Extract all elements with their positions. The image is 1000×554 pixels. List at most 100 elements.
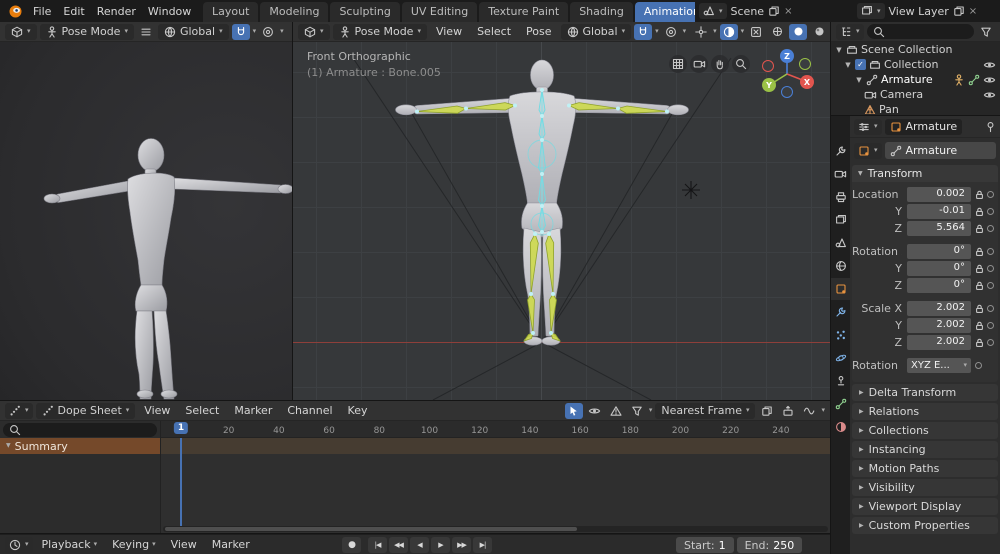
new-scene-icon[interactable] (768, 5, 780, 17)
menu-marker[interactable]: Marker (228, 404, 278, 417)
viewport-left-canvas[interactable] (0, 42, 292, 400)
editor-type-button[interactable]: ▾ (298, 23, 330, 40)
rotation-y-field[interactable]: 0° (907, 261, 971, 276)
location-y-field[interactable]: -0.01 (907, 204, 971, 219)
dope-sheet-mode-dropdown[interactable]: Dope Sheet ▾ (35, 402, 136, 419)
tab-sculpting[interactable]: Sculpting (330, 2, 400, 22)
auto-keying-record-button[interactable]: ● (342, 537, 361, 553)
play-reverse-button[interactable]: ◀ (410, 537, 429, 553)
scale-x-field[interactable]: 2.002 (907, 301, 971, 316)
prev-keyframe-button[interactable]: ◀◀ (389, 537, 408, 553)
show-hidden-toggle[interactable] (586, 403, 604, 419)
pin-icon[interactable] (985, 121, 996, 133)
tab-render[interactable] (831, 163, 850, 185)
channel-search-input[interactable] (25, 423, 143, 437)
tab-uv-editing[interactable]: UV Editing (401, 2, 478, 22)
horizontal-scrollbar[interactable] (163, 526, 828, 532)
decorator-dot[interactable] (987, 339, 994, 346)
rotation-mode-dropdown[interactable]: XYZ E... ▾ (907, 358, 971, 373)
current-frame-indicator[interactable]: 1 (173, 422, 189, 434)
frame-ruler[interactable]: 20 40 60 80 100 120 140 160 180 200 220 … (161, 421, 830, 438)
tab-physics[interactable] (831, 347, 850, 369)
outliner-row-scene-collection[interactable]: ▼ Scene Collection (831, 42, 1000, 57)
expander-icon[interactable]: ▼ (855, 76, 863, 84)
tab-object[interactable] (831, 278, 850, 300)
new-view-layer-icon[interactable] (953, 5, 965, 17)
tab-shading[interactable]: Shading (570, 2, 633, 22)
tab-texture-paint[interactable]: Texture Paint (479, 2, 569, 22)
camera-view-button[interactable] (690, 55, 708, 73)
panel-instancing[interactable]: ▶ Instancing (852, 441, 998, 458)
outliner-row-pan[interactable]: Pan (831, 102, 1000, 114)
paste-keyframes-button[interactable] (779, 403, 797, 419)
scale-y-field[interactable]: 2.002 (907, 318, 971, 333)
lock-icon[interactable] (975, 247, 984, 257)
only-selected-toggle[interactable] (564, 402, 583, 419)
transform-orientation-dropdown[interactable]: Global ▾ (157, 23, 229, 40)
lock-icon[interactable] (975, 281, 984, 291)
hide-toggle-eye-icon[interactable] (983, 59, 996, 71)
editor-type-button[interactable]: ▾ (854, 118, 882, 135)
snap-toggle-button[interactable] (231, 23, 250, 40)
dope-sheet-timeline[interactable]: 20 40 60 80 100 120 140 160 180 200 220 … (160, 421, 830, 533)
expander-icon[interactable]: ▼ (844, 61, 852, 69)
tab-tool[interactable] (831, 140, 850, 162)
snap-toggle-button[interactable] (634, 23, 653, 40)
menu-render[interactable]: Render (91, 5, 142, 18)
hide-toggle-eye-icon[interactable] (983, 89, 996, 101)
menu-playback[interactable]: Playback ▾ (36, 538, 104, 551)
transform-orientation-dropdown[interactable]: Global ▾ (560, 23, 632, 40)
lock-icon[interactable] (975, 304, 984, 314)
panel-motion-paths[interactable]: ▶ Motion Paths (852, 460, 998, 477)
shading-wireframe-button[interactable] (768, 24, 786, 40)
tab-texture[interactable] (831, 416, 850, 438)
menu-view[interactable]: View (165, 538, 203, 551)
location-z-field[interactable]: 5.564 (907, 221, 971, 236)
end-frame-field[interactable]: End: 250 (736, 537, 803, 553)
outliner-row-camera[interactable]: Camera (831, 87, 1000, 102)
tab-scene[interactable] (831, 232, 850, 254)
tab-world[interactable] (831, 255, 850, 277)
menu-view[interactable]: View (138, 404, 176, 417)
channel-search[interactable] (3, 423, 157, 437)
shading-solid-button[interactable] (789, 23, 808, 40)
decorator-dot[interactable] (987, 191, 994, 198)
show-gizmo-button[interactable] (692, 24, 710, 40)
navigation-gizmo[interactable]: Z Y X (755, 44, 819, 108)
decorator-dot[interactable] (987, 282, 994, 289)
viewport-center-canvas[interactable]: Front Orthographic (1) Armature : Bone.0… (293, 42, 830, 400)
proportional-edit-button[interactable] (800, 403, 818, 419)
show-overlays-button[interactable] (719, 23, 738, 40)
editor-type-button[interactable]: ▾ (836, 23, 864, 40)
panel-custom-properties[interactable]: ▶ Custom Properties (852, 517, 998, 534)
show-errors-toggle[interactable] (607, 403, 625, 419)
decorator-dot[interactable] (987, 248, 994, 255)
tab-object-data[interactable] (831, 393, 850, 415)
menu-channel[interactable]: Channel (281, 404, 338, 417)
move-view-button[interactable] (711, 55, 729, 73)
tab-constraints[interactable] (831, 370, 850, 392)
jump-to-start-button[interactable]: |◀ (368, 537, 387, 553)
start-frame-field[interactable]: Start: 1 (676, 537, 734, 553)
hide-toggle-eye-icon[interactable] (983, 74, 996, 86)
menu-select[interactable]: Select (179, 404, 225, 417)
menu-key[interactable]: Key (342, 404, 374, 417)
panel-relations[interactable]: ▶ Relations (852, 403, 998, 420)
current-frame-line[interactable] (180, 438, 182, 526)
next-keyframe-button[interactable]: ▶▶ (452, 537, 471, 553)
editor-type-button[interactable]: ▾ (5, 536, 33, 553)
menu-file[interactable]: File (27, 5, 57, 18)
jump-to-end-button[interactable]: ▶| (473, 537, 492, 553)
object-name-field[interactable]: Armature (884, 142, 996, 159)
rotation-z-field[interactable]: 0° (907, 278, 971, 293)
pose-badge-icon[interactable] (953, 73, 965, 86)
header-menu-button[interactable] (137, 24, 155, 40)
outliner-filter-button[interactable] (977, 24, 995, 40)
decorator-dot[interactable] (987, 265, 994, 272)
menu-edit[interactable]: Edit (57, 5, 90, 18)
menu-keying[interactable]: Keying ▾ (106, 538, 161, 551)
editor-type-button[interactable]: ▾ (5, 402, 33, 419)
copy-keyframes-button[interactable] (758, 403, 776, 419)
toggle-perspective-button[interactable] (669, 55, 687, 73)
remove-view-layer-icon[interactable]: × (969, 6, 977, 17)
